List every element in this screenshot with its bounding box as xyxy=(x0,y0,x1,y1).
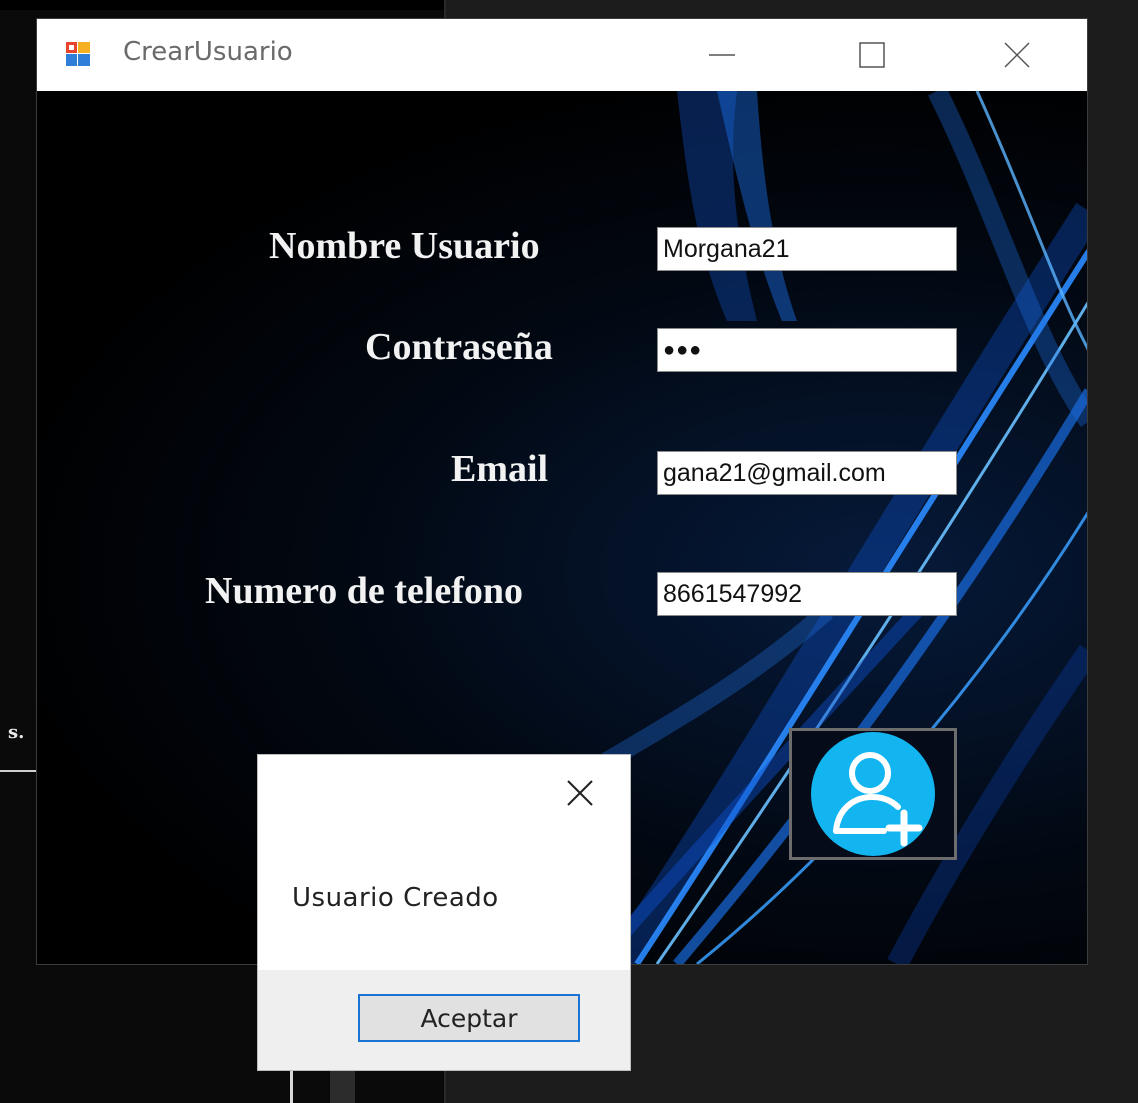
close-icon xyxy=(567,780,593,806)
background-bottom-block xyxy=(330,1068,355,1103)
accept-button[interactable]: Aceptar xyxy=(358,994,580,1042)
background-text-fragment: s. xyxy=(8,722,25,743)
close-icon xyxy=(1004,42,1030,68)
phone-label: Numero de telefono xyxy=(205,570,524,612)
maximize-icon xyxy=(859,42,885,68)
password-field[interactable]: ●●● xyxy=(657,328,957,372)
dialog-message: Usuario Creado xyxy=(292,883,499,913)
window-title: CrearUsuario xyxy=(123,37,293,67)
app-form-icon xyxy=(66,42,90,66)
dialog-close-button[interactable] xyxy=(560,775,600,811)
password-label: Contraseña xyxy=(365,326,553,368)
username-label: Nombre Usuario xyxy=(269,225,540,267)
minimize-button[interactable] xyxy=(667,19,777,91)
background-line xyxy=(0,770,40,772)
close-button[interactable] xyxy=(962,19,1072,91)
dialog-footer: Aceptar xyxy=(258,970,630,1070)
maximize-button[interactable] xyxy=(817,19,927,91)
phone-field[interactable]: 8661547992 xyxy=(657,572,957,616)
message-dialog: Usuario Creado Aceptar xyxy=(258,755,630,1070)
minimize-icon xyxy=(709,54,735,56)
background-bottom-line xyxy=(290,1068,293,1103)
email-field[interactable]: gana21@gmail.com xyxy=(657,451,957,495)
username-field[interactable]: Morgana21 xyxy=(657,227,957,271)
background-band xyxy=(0,0,445,10)
title-bar[interactable]: CrearUsuario xyxy=(37,19,1087,91)
add-user-icon xyxy=(811,732,935,856)
email-label: Email xyxy=(451,448,549,490)
add-user-button[interactable] xyxy=(789,728,957,860)
